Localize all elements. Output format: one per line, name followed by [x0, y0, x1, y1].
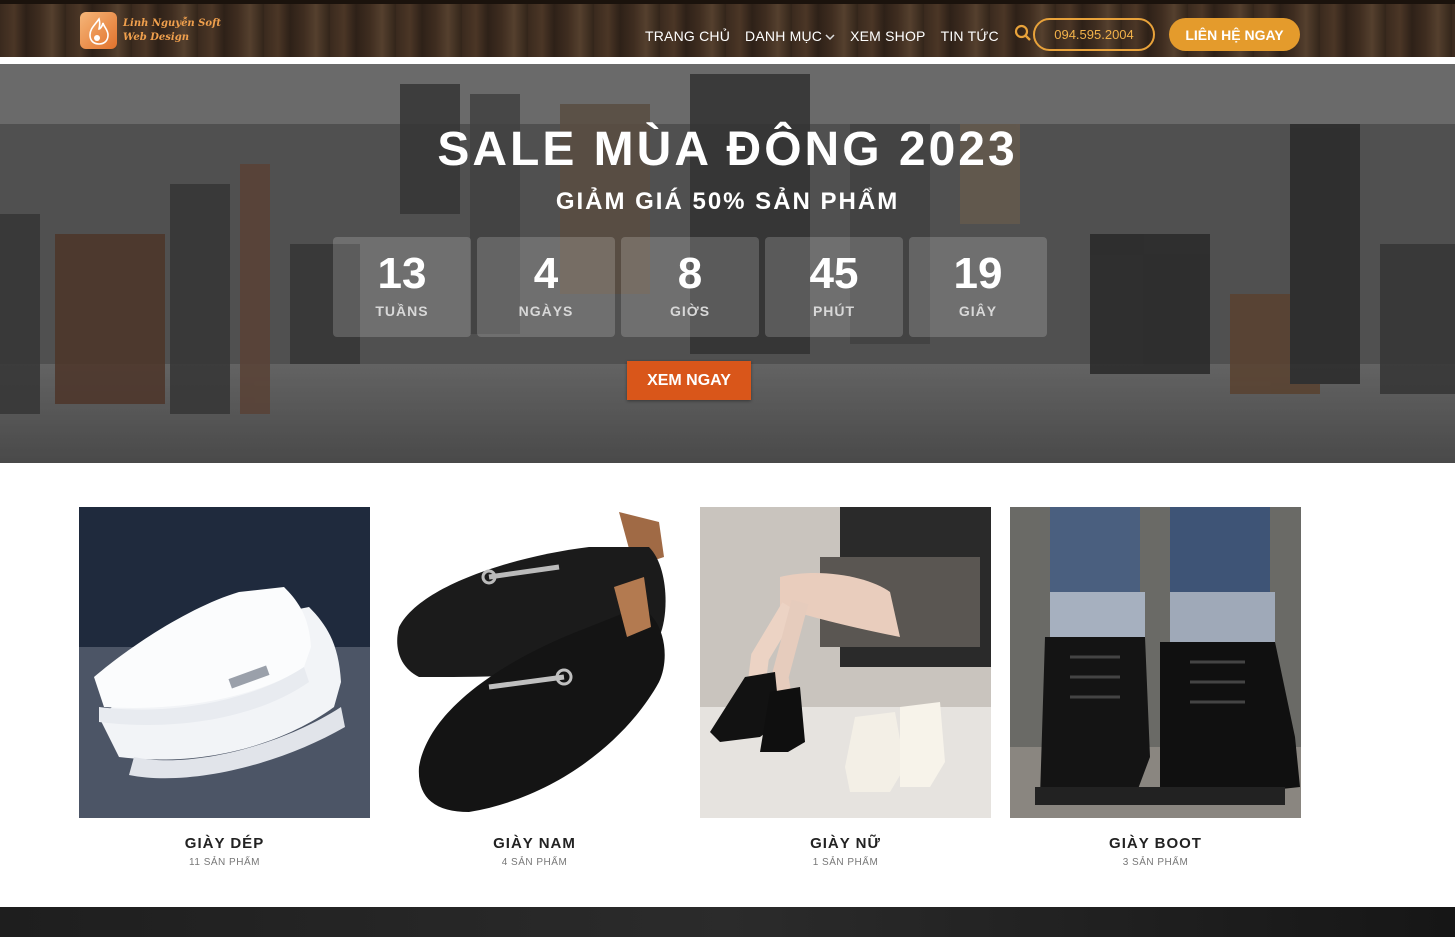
chevron-down-icon — [825, 28, 835, 44]
logo-line-1: Linh Nguyễn Soft — [123, 17, 221, 29]
category-image-loafers[interactable] — [389, 507, 680, 818]
search-icon[interactable] — [1014, 24, 1032, 47]
countdown-label: GIÂY — [958, 303, 998, 319]
site-header: Linh Nguyễn Soft Web Design TRANG CHỦ DA… — [0, 0, 1455, 57]
countdown-value: 45 — [809, 249, 859, 298]
hero-subtitle: GIẢM GIÁ 50% SẢN PHẨM — [555, 188, 900, 215]
category-name[interactable]: GIÀY DÉP — [79, 835, 370, 852]
site-logo[interactable]: Linh Nguyễn Soft Web Design — [80, 12, 221, 49]
logo-line-2: Web Design — [123, 31, 189, 43]
nav-item-categories[interactable]: DANH MỤC — [745, 28, 835, 44]
nav-item-label: XEM SHOP — [850, 27, 926, 44]
category-count: 1 SẢN PHẨM — [812, 857, 879, 868]
category-card-women[interactable]: GIÀY NỮ 1 SẢN PHẨM — [700, 507, 991, 868]
category-name[interactable]: GIÀY NAM — [389, 835, 680, 852]
category-card-shoes[interactable]: GIÀY DÉP 11 SẢN PHẨM — [79, 507, 370, 868]
nav-item-home[interactable]: TRANG CHỦ — [645, 28, 730, 44]
header-divider — [0, 57, 1455, 64]
category-image-sneakers[interactable] — [79, 507, 370, 818]
hero-banner: SALE MÙA ĐÔNG 2023 GIẢM GIÁ 50% SẢN PHẨM… — [0, 64, 1455, 463]
countdown-value: 8 — [677, 249, 703, 298]
countdown-label: GIỜS — [669, 303, 711, 319]
countdown-minutes: 45 PHÚT — [765, 237, 903, 337]
category-card-men[interactable]: GIÀY NAM 4 SẢN PHẨM — [389, 507, 680, 868]
nav-item-label: DANH MỤC — [745, 27, 823, 44]
view-now-button[interactable]: XEM NGAY — [627, 361, 751, 400]
countdown-value: 19 — [953, 249, 1003, 298]
logo-flame-icon — [80, 12, 117, 49]
category-count: 4 SẢN PHẨM — [501, 857, 568, 868]
category-image-boots[interactable] — [1010, 507, 1301, 818]
countdown-value: 13 — [377, 249, 427, 298]
category-count: 3 SẢN PHẨM — [1122, 857, 1189, 868]
main-nav: TRANG CHỦ DANH MỤC XEM SHOP TIN TỨC — [645, 24, 1032, 47]
countdown-label: NGÀYS — [518, 303, 574, 319]
hero-title: SALE MÙA ĐÔNG 2023 — [437, 123, 1018, 176]
phone-button[interactable]: 094.595.2004 — [1033, 18, 1155, 51]
countdown-value: 4 — [533, 249, 559, 298]
contact-now-button[interactable]: LIÊN HỆ NGAY — [1169, 18, 1300, 51]
category-card-boots[interactable]: GIÀY BOOT 3 SẢN PHẨM — [1010, 507, 1301, 868]
countdown-weeks: 13 TUẦNS — [333, 237, 471, 337]
nav-item-label: TRANG CHỦ — [645, 27, 731, 44]
cta-label: XEM NGAY — [647, 371, 731, 389]
nav-item-label: TIN TỨC — [940, 27, 999, 44]
countdown-label: TUẦNS — [375, 303, 429, 319]
category-count: 11 SẢN PHẨM — [189, 857, 260, 868]
nav-item-news[interactable]: TIN TỨC — [941, 28, 999, 44]
contact-label: LIÊN HỆ NGAY — [1185, 26, 1284, 43]
category-image-women-boots[interactable] — [700, 507, 991, 818]
countdown-hours: 8 GIỜS — [621, 237, 759, 337]
phone-label: 094.595.2004 — [1054, 27, 1134, 42]
nav-item-shop[interactable]: XEM SHOP — [850, 28, 926, 44]
footer-section-top — [0, 907, 1455, 937]
countdown-days: 4 NGÀYS — [477, 237, 615, 337]
category-name[interactable]: GIÀY NỮ — [700, 835, 991, 852]
category-name[interactable]: GIÀY BOOT — [1010, 835, 1301, 852]
countdown-seconds: 19 GIÂY — [909, 237, 1047, 337]
countdown-label: PHÚT — [812, 303, 856, 319]
